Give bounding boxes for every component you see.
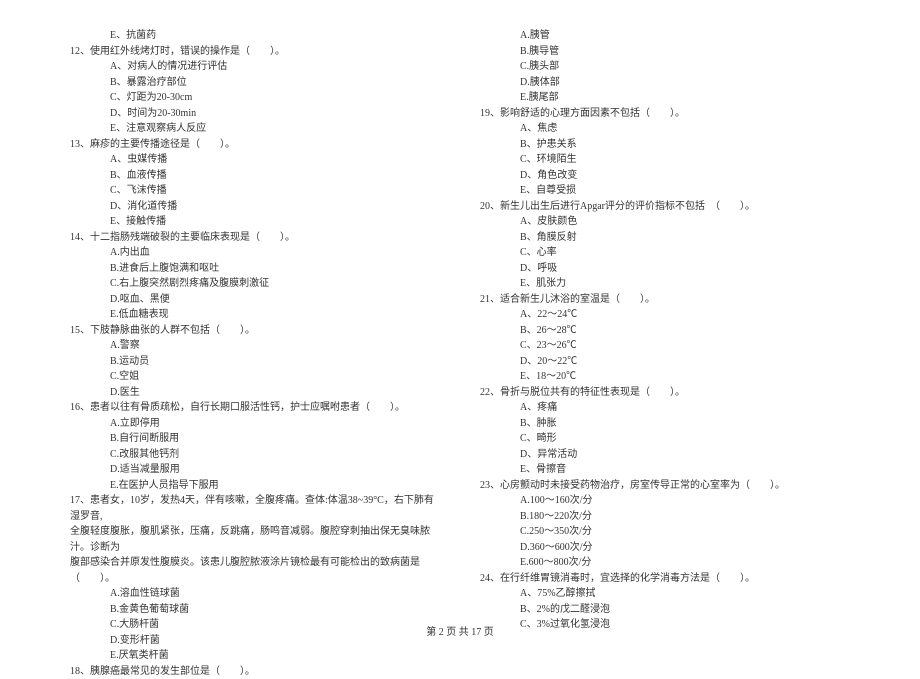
option-line: C.250～350次/分 [480, 524, 850, 540]
option-line: A、75%乙醇擦拭 [480, 586, 850, 602]
option-line: B、血液传播 [70, 168, 440, 184]
option-line: E.厌氧类杆菌 [70, 648, 440, 664]
option-line: A、焦虑 [480, 121, 850, 137]
option-line: D、消化道传播 [70, 199, 440, 215]
question-line: 15、下肢静脉曲张的人群不包括（ ）。 [70, 323, 440, 339]
option-line: E.600～800次/分 [480, 555, 850, 571]
question-line: 22、骨折与脱位共有的特征性表现是（ ）。 [480, 385, 850, 401]
option-line: B.自行间断服用 [70, 431, 440, 447]
question-line: 23、心房颤动时未接受药物治疗，房室传导正常的心室率为（ ）。 [480, 478, 850, 494]
option-line: E、骨擦音 [480, 462, 850, 478]
option-line: E.低血糖表现 [70, 307, 440, 323]
question-line: 全腹轻度腹胀，腹肌紧张，压痛，反跳痛，肠鸣音减弱。腹腔穿刺抽出保无臭味脓汁。诊断… [70, 524, 440, 555]
option-line: E、18～20℃ [480, 369, 850, 385]
option-line: A、22～24℃ [480, 307, 850, 323]
option-line: B.运动员 [70, 354, 440, 370]
option-line: C、灯距为20-30cm [70, 90, 440, 106]
option-line: A.立即停用 [70, 416, 440, 432]
question-line: 19、影响舒适的心理方面因素不包括（ ）。 [480, 106, 850, 122]
question-line: 12、使用红外线烤灯时，错误的操作是（ ）。 [70, 44, 440, 60]
question-line: 24、在行纤维胃镜消毒时，宜选择的化学消毒方法是（ ）。 [480, 571, 850, 587]
option-line: D.呕血、黑便 [70, 292, 440, 308]
option-line: D、呼吸 [480, 261, 850, 277]
option-line: D.医生 [70, 385, 440, 401]
option-line: C.空姐 [70, 369, 440, 385]
option-line: D.360～600次/分 [480, 540, 850, 556]
question-line: 21、适合新生儿沐浴的室温是（ ）。 [480, 292, 850, 308]
option-line: C.右上腹突然剧烈疼痛及腹膜刺激征 [70, 276, 440, 292]
option-line: E、注意观察病人反应 [70, 121, 440, 137]
option-line: E、抗菌药 [70, 28, 440, 44]
question-line: 20、新生儿出生后进行Apgar评分的评价指标不包括 （ ）。 [480, 199, 850, 215]
option-line: B.进食后上腹饱满和呕吐 [70, 261, 440, 277]
question-line: 14、十二指肠残端破裂的主要临床表现是（ ）。 [70, 230, 440, 246]
right-column: A.胰管B.胰导管C.胰头部D.胰体部E.胰尾部19、影响舒适的心理方面因素不包… [480, 28, 850, 608]
option-line: E、接触传播 [70, 214, 440, 230]
option-line: E、自尊受损 [480, 183, 850, 199]
option-line: D、时间为20-30min [70, 106, 440, 122]
page-footer: 第 2 页 共 17 页 [0, 623, 920, 638]
option-line: C、心率 [480, 245, 850, 261]
left-column: E、抗菌药12、使用红外线烤灯时，错误的操作是（ ）。A、对病人的情况进行评估B… [70, 28, 440, 608]
option-line: B.金黄色葡萄球菌 [70, 602, 440, 618]
option-line: C、飞沫传播 [70, 183, 440, 199]
option-line: A.警察 [70, 338, 440, 354]
option-line: B、护患关系 [480, 137, 850, 153]
question-line: 16、患者以往有骨质疏松，自行长期口服活性钙，护士应嘱咐患者（ ）。 [70, 400, 440, 416]
option-line: D、20～22℃ [480, 354, 850, 370]
option-line: B、2%的戊二醛浸泡 [480, 602, 850, 618]
option-line: A.溶血性链球菌 [70, 586, 440, 602]
option-line: E.在医护人员指导下服用 [70, 478, 440, 494]
option-line: C.改服其他钙剂 [70, 447, 440, 463]
option-line: B.180～220次/分 [480, 509, 850, 525]
option-line: D、角色改变 [480, 168, 850, 184]
page-columns: E、抗菌药12、使用红外线烤灯时，错误的操作是（ ）。A、对病人的情况进行评估B… [70, 28, 850, 608]
option-line: A、对病人的情况进行评估 [70, 59, 440, 75]
option-line: C、畸形 [480, 431, 850, 447]
option-line: E.胰尾部 [480, 90, 850, 106]
question-line: 13、麻疹的主要传播途径是（ ）。 [70, 137, 440, 153]
option-line: B、肿胀 [480, 416, 850, 432]
option-line: C.胰头部 [480, 59, 850, 75]
option-line: A、虫媒传播 [70, 152, 440, 168]
option-line: E、肌张力 [480, 276, 850, 292]
option-line: C、环境陌生 [480, 152, 850, 168]
option-line: A.胰管 [480, 28, 850, 44]
question-line: 18、胰腺癌最常见的发生部位是（ ）。 [70, 664, 440, 679]
option-line: D.胰体部 [480, 75, 850, 91]
option-line: C、23～26℃ [480, 338, 850, 354]
option-line: B、角膜反射 [480, 230, 850, 246]
option-line: A.100～160次/分 [480, 493, 850, 509]
question-line: 17、患者女，10岁，发热4天，伴有咳嗽，全腹疼痛。查体:体温38~39°C，右… [70, 493, 440, 524]
option-line: A.内出血 [70, 245, 440, 261]
option-line: B.胰导管 [480, 44, 850, 60]
option-line: D.适当减量服用 [70, 462, 440, 478]
option-line: B、26～28℃ [480, 323, 850, 339]
question-line: 腹部感染合并原发性腹膜炎。该患儿腹腔脓液涂片镜检最有可能检出的致病菌是（ ）。 [70, 555, 440, 586]
option-line: A、皮肤颜色 [480, 214, 850, 230]
option-line: A、疼痛 [480, 400, 850, 416]
option-line: B、暴露治疗部位 [70, 75, 440, 91]
option-line: D、异常活动 [480, 447, 850, 463]
